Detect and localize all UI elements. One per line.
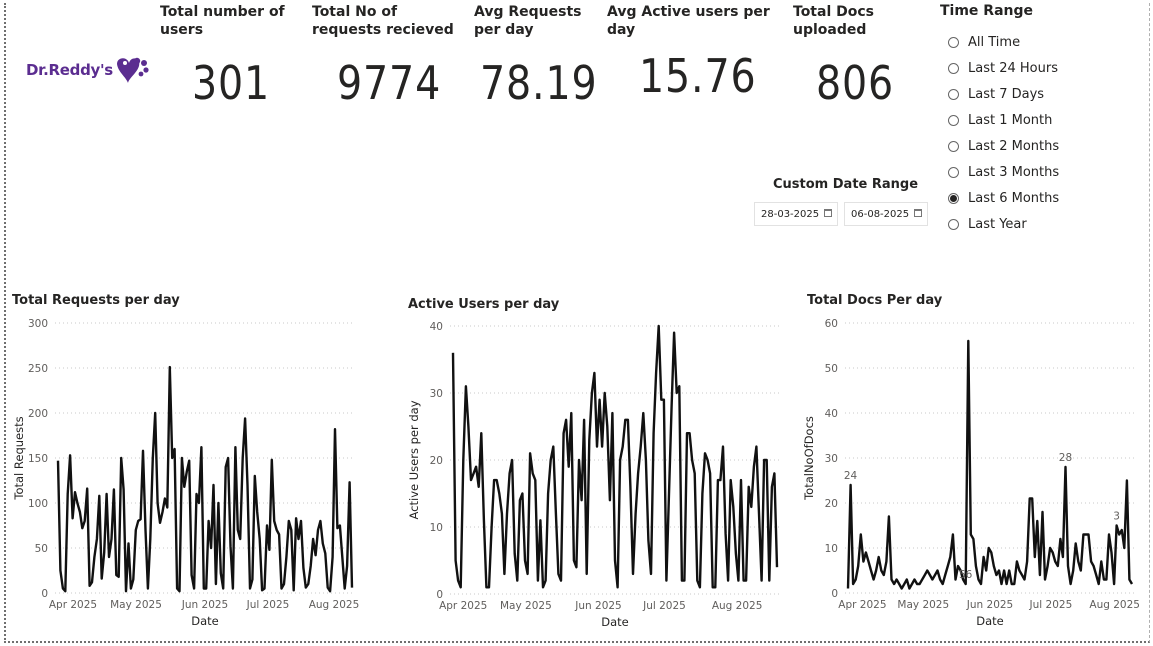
y-tick-label: 40 [825, 408, 838, 420]
radio-button-icon[interactable] [948, 36, 959, 48]
y-tick-label: 10 [825, 543, 838, 555]
logo-text: Dr.Reddy's [26, 61, 113, 79]
y-tick-label: 100 [28, 498, 48, 510]
y-tick-label: 30 [430, 388, 443, 400]
chart-title-docs: Total Docs Per day [807, 293, 943, 308]
radio-button-icon[interactable] [948, 140, 959, 152]
data-label: 24 [844, 470, 858, 482]
x-tick-label: Aug 2025 [1089, 599, 1140, 611]
series-line [846, 339, 1134, 590]
start-date-value: 28-03-2025 [761, 208, 820, 220]
x-axis-label: Date [976, 614, 1004, 628]
y-tick-label: 20 [430, 455, 443, 467]
time-range-option-label: Last Year [968, 216, 1027, 232]
kpi-title-requests: Total No of requests recieved [312, 4, 454, 38]
kpi-value-requests: 9774 [337, 56, 442, 110]
time-range-options: All Time Last 24 Hours Last 7 Days Last 1 M… [948, 29, 1059, 237]
kpi-title-avg-requests: Avg Requests per day [474, 4, 582, 38]
radio-button-icon[interactable] [948, 62, 959, 74]
kpi-title-docs: Total Docs uploaded [793, 4, 874, 38]
y-tick-label: 50 [35, 543, 48, 555]
y-tick-label: 60 [825, 318, 838, 330]
data-label: 56 [959, 569, 973, 581]
time-range-option[interactable]: Last 1 Month [948, 107, 1059, 133]
time-range-option-label: Last 3 Months [968, 164, 1060, 180]
time-range-option-label: Last 1 Month [968, 112, 1053, 128]
x-tick-label: Jun 2025 [574, 600, 621, 612]
custom-date-range-title: Custom Date Range [773, 177, 919, 192]
time-range-option[interactable]: Last 2 Months [948, 133, 1059, 159]
time-range-option-label: Last 6 Months [968, 190, 1060, 206]
time-range-option[interactable]: All Time [948, 29, 1059, 55]
chart-title-requests: Total Requests per day [12, 293, 180, 308]
x-tick-label: Jul 2025 [246, 599, 290, 611]
kpi-title-active-users: Avg Active users per day [607, 4, 770, 38]
chart-title-active-users: Active Users per day [408, 297, 560, 312]
end-date-input[interactable]: 06-08-2025 [844, 202, 928, 226]
data-label: 3 [1113, 511, 1120, 523]
logo-mark-icon [116, 57, 149, 83]
radio-button-icon[interactable] [948, 166, 959, 178]
x-tick-label: Jul 2025 [1029, 599, 1073, 611]
x-axis-label: Date [191, 614, 219, 628]
time-range-title: Time Range [940, 3, 1034, 19]
y-tick-label: 200 [28, 408, 48, 420]
time-range-option-label: Last 24 Hours [968, 60, 1058, 76]
y-tick-label: 20 [825, 498, 838, 510]
y-tick-label: 40 [430, 321, 443, 333]
time-range-option-label: Last 7 Days [968, 86, 1045, 102]
y-tick-label: 0 [41, 588, 48, 600]
calendar-icon[interactable] [914, 209, 922, 217]
x-tick-label: Apr 2025 [838, 599, 886, 611]
x-tick-label: May 2025 [897, 599, 949, 611]
time-range-option[interactable]: Last 3 Months [948, 159, 1059, 185]
x-tick-label: Jul 2025 [642, 600, 686, 612]
requests-per-day-chart: 0 50 100 150 200 250 300 Apr 2025 May 2025 Jun 20… [12, 318, 360, 628]
kpi-value-avg-requests: 78.19 [480, 56, 598, 110]
time-range-option-label: All Time [968, 34, 1021, 50]
series-line [56, 365, 354, 593]
y-tick-label: 250 [28, 363, 48, 375]
time-range-option[interactable]: Last 24 Hours [948, 55, 1059, 81]
radio-button-icon[interactable] [948, 88, 959, 100]
x-tick-label: Apr 2025 [439, 600, 487, 612]
kpi-title-users: Total number of users [160, 4, 285, 38]
kpi-value-docs: 806 [816, 56, 895, 110]
time-range-option-label: Last 2 Months [968, 138, 1060, 154]
x-tick-label: May 2025 [110, 599, 162, 611]
time-range-option[interactable]: Last 7 Days [948, 81, 1059, 107]
radio-button-icon[interactable] [948, 218, 959, 230]
x-tick-label: Apr 2025 [49, 599, 97, 611]
x-tick-label: Jun 2025 [966, 599, 1013, 611]
radio-button-icon[interactable] [948, 192, 959, 204]
kpi-value-users: 301 [192, 56, 271, 110]
time-range-option[interactable]: Last 6 Months [948, 185, 1059, 211]
y-axis-label: Active Users per day [407, 400, 421, 519]
y-tick-label: 50 [825, 363, 838, 375]
y-tick-label: 0 [831, 588, 838, 600]
x-tick-label: Aug 2025 [712, 600, 763, 612]
active-users-per-day-chart: 010203040Apr 2025 May 2025 Jun 2025 Jul 202… [407, 321, 780, 629]
x-tick-label: Aug 2025 [309, 599, 360, 611]
start-date-input[interactable]: 28-03-2025 [754, 202, 838, 226]
kpi-value-active-users: 15.76 [639, 49, 757, 103]
x-tick-label: May 2025 [500, 600, 552, 612]
company-logo: Dr.Reddy's [26, 55, 151, 85]
y-tick-label: 10 [430, 522, 443, 534]
radio-button-icon[interactable] [948, 114, 959, 126]
y-tick-label: 150 [28, 453, 48, 465]
series-line [451, 324, 779, 589]
y-axis-label: Total Requests [12, 416, 26, 500]
docs-per-day-chart: 0 10 20 30 40 50 60 Apr 2025 May 2025 Jun 2025 Jul… [802, 318, 1140, 628]
end-date-value: 06-08-2025 [851, 208, 910, 220]
time-range-option[interactable]: Last Year [948, 211, 1059, 237]
data-label: 28 [1059, 452, 1072, 464]
y-axis-label: TotalNoOfDocs [802, 416, 816, 501]
calendar-icon[interactable] [824, 209, 832, 217]
x-tick-label: Jun 2025 [181, 599, 228, 611]
y-tick-label: 30 [825, 453, 838, 465]
y-tick-label: 300 [28, 318, 48, 330]
x-axis-label: Date [601, 615, 629, 629]
